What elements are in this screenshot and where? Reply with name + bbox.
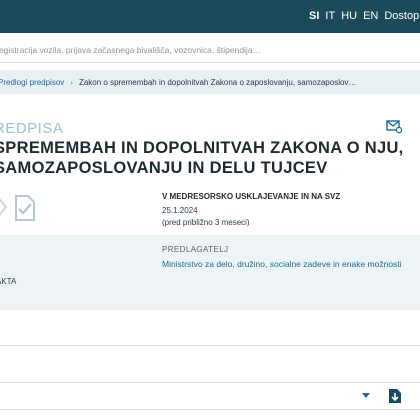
- search-input[interactable]: [0, 42, 416, 58]
- predlagatelj-label: PREDLAGATELJ: [162, 245, 229, 254]
- breadcrumb-predlogi-predpisov[interactable]: Predlogi predpisov: [0, 78, 64, 87]
- predlagatelj-value[interactable]: Ministrstvo za delo, družino, socialne z…: [162, 258, 402, 270]
- language-it[interactable]: IT: [325, 10, 335, 22]
- top-navigation-bar: SI IT HU EN Dostop: [0, 0, 420, 33]
- breadcrumb-separator: ›: [70, 78, 73, 87]
- language-hu[interactable]: HU: [341, 10, 357, 22]
- breadcrumb-current: Zakon o spremembah in dopolnitvah Zakona…: [78, 78, 357, 87]
- document-bar: [0, 382, 420, 410]
- accessibility-link[interactable]: Dostop: [384, 10, 419, 22]
- breadcrumb-bar: Predlogi predpisov › Zakon o spremembah in…: [0, 70, 420, 94]
- divider: [0, 345, 420, 346]
- breadcrumb: Predlogi predpisov › Zakon o spremembah in…: [0, 78, 356, 87]
- akta-label: AKTA: [0, 277, 17, 286]
- section-label: REDPISA: [0, 120, 64, 137]
- download-icon[interactable]: [388, 388, 402, 404]
- language-si[interactable]: SI: [309, 10, 319, 22]
- phase-title: V MEDRESORSKO USKLAJEVANJE IN NA SVZ: [162, 192, 341, 201]
- info-box: PREDLAGATELJ Ministrstvo za delo, družin…: [0, 235, 420, 310]
- search-bar: [0, 40, 420, 63]
- page-title: SPREMEMBAH IN DOPOLNITVAH ZAKONA O NJU, …: [0, 139, 404, 177]
- mail-icon[interactable]: [386, 118, 402, 134]
- language-en[interactable]: EN: [363, 10, 378, 22]
- language-switcher: SI IT HU EN Dostop: [309, 10, 420, 22]
- phase-relative-time: (pred približno 3 meseci): [162, 218, 250, 227]
- caret-down-icon[interactable]: [362, 393, 370, 398]
- phase-date: 25.1.2024: [162, 206, 198, 215]
- document-check-icon: [0, 195, 35, 221]
